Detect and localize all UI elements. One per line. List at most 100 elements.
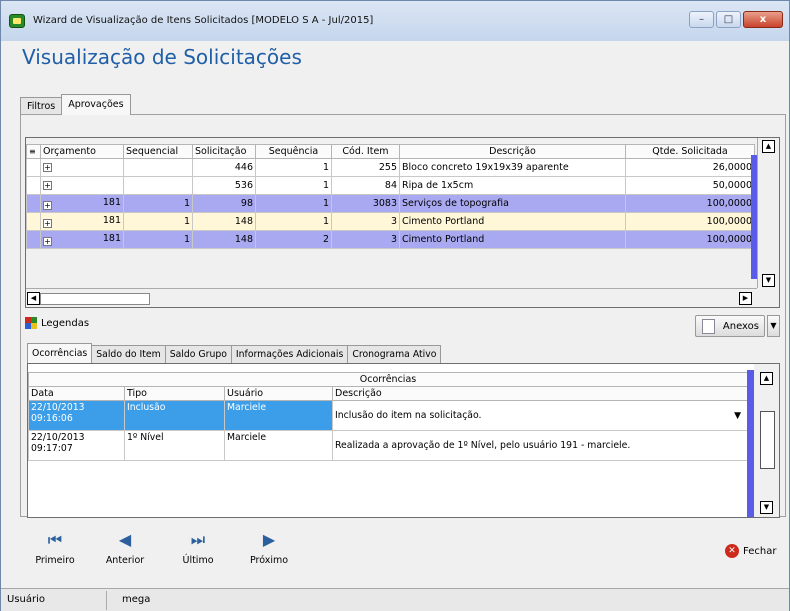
legend-icon [25, 317, 37, 329]
occurrences-table: Ocorrências Data Tipo Usuário Descrição … [28, 372, 748, 461]
fechar-button[interactable]: ✕ Fechar [725, 544, 776, 558]
descricao-cell: Bloco concreto 19x19x39 aparente [399, 158, 626, 177]
solicitacao-cell: 148 [192, 212, 256, 231]
sequencial-cell: 1 [123, 212, 193, 231]
primeiro-button[interactable]: ⏮ Primeiro [30, 530, 80, 566]
table-row[interactable]: +181 1 98 1 3083 Serviços de topografia … [26, 194, 755, 213]
expand-icon[interactable]: + [43, 163, 52, 172]
last-record-icon: ⏭ [190, 530, 206, 549]
cod-item-cell: 84 [331, 176, 400, 195]
maximize-button[interactable]: □ [716, 11, 741, 28]
tab-filtros[interactable]: Filtros [20, 97, 63, 115]
solicitacao-cell: 148 [192, 230, 256, 249]
orcamento-cell: +181 [40, 230, 124, 249]
legendas-button[interactable]: Legendas [25, 317, 89, 329]
descricao-cell[interactable]: Inclusão do item na solicitação. ▼ [332, 400, 748, 431]
table-row[interactable]: + 536 1 84 Ripa de 1x5cm 50,0000 [26, 176, 755, 195]
anexos-label: Anexos [722, 320, 759, 332]
tab-ocorrencias[interactable]: Ocorrências [27, 343, 93, 363]
requests-table: ≡ Orçamento Sequencial Solicitação Sequê… [26, 144, 755, 249]
vertical-scrollbar[interactable]: ▲ ▼ [757, 138, 779, 288]
detail-tabs: Ocorrências Saldo do Item Saldo Grupo In… [27, 343, 442, 363]
data-cell: 22/10/2013 09:16:06 [28, 400, 125, 431]
col-descricao-ocorrencia[interactable]: Descrição [332, 386, 748, 401]
scroll-left-icon[interactable]: ◀ [27, 292, 40, 305]
next-icon: ▶ [262, 530, 276, 549]
horizontal-scroll-thumb[interactable] [40, 293, 150, 305]
occurrences-grid[interactable]: Ocorrências Data Tipo Usuário Descrição … [27, 363, 780, 518]
expand-icon[interactable]: + [43, 181, 52, 190]
primeiro-label: Primeiro [35, 555, 75, 566]
sequencia-cell: 1 [255, 212, 332, 231]
col-solicitacao[interactable]: Solicitação [192, 144, 256, 159]
window-controls: – □ x [689, 11, 783, 28]
usuario-cell: Marciele [224, 430, 333, 461]
expand-icon[interactable]: + [43, 201, 52, 210]
table-row[interactable]: 22/10/2013 09:17:07 1º Nível Marciele Re… [28, 430, 748, 461]
row-indicator [26, 212, 41, 231]
anexos-button[interactable]: Anexos [695, 315, 765, 337]
expand-icon[interactable]: + [43, 237, 52, 246]
col-data[interactable]: Data [28, 386, 125, 401]
table-row[interactable]: 22/10/2013 09:16:06 Inclusão Marciele In… [28, 400, 748, 431]
vertical-scrollbar[interactable]: ▲ ▼ [754, 364, 779, 517]
status-user-label: Usuário [7, 594, 46, 605]
tab-cronograma-ativo[interactable]: Cronograma Ativo [347, 345, 442, 363]
table-row[interactable]: + 446 1 255 Bloco concreto 19x19x39 apar… [26, 158, 755, 177]
sequencia-cell: 1 [255, 158, 332, 177]
solicitacao-cell: 98 [192, 194, 256, 213]
anterior-button[interactable]: ◀ Anterior [100, 530, 150, 566]
col-orcamento[interactable]: Orçamento [40, 144, 124, 159]
orcamento-cell: +181 [40, 212, 124, 231]
scroll-down-icon[interactable]: ▼ [762, 274, 775, 287]
col-cod-item[interactable]: Cód. Item [331, 144, 400, 159]
row-indicator [26, 176, 41, 195]
scroll-right-icon[interactable]: ▶ [739, 292, 752, 305]
title-bar: Wizard de Visualização de Itens Solicita… [1, 1, 789, 41]
data-cell: 22/10/2013 09:17:07 [28, 430, 125, 461]
wizard-window: Wizard de Visualização de Itens Solicita… [0, 0, 790, 611]
expand-icon[interactable]: + [43, 219, 52, 228]
descricao-cell: Serviços de topografia [399, 194, 626, 213]
anexos-dropdown-button[interactable]: ▼ [767, 315, 780, 337]
col-qtde-solicitada[interactable]: Qtde. Solicitada [625, 144, 755, 159]
row-indicator-header[interactable]: ≡ [26, 144, 41, 159]
legendas-label: Legendas [41, 317, 90, 329]
ultimo-label: Último [182, 555, 214, 566]
vertical-scroll-thumb[interactable] [760, 411, 775, 469]
col-sequencia[interactable]: Sequência [255, 144, 332, 159]
descricao-cell: Ripa de 1x5cm [399, 176, 626, 195]
document-icon [702, 319, 715, 334]
anterior-label: Anterior [105, 555, 145, 566]
tab-informacoes-adicionais[interactable]: Informações Adicionais [230, 345, 349, 363]
scroll-up-icon[interactable]: ▲ [760, 372, 773, 385]
col-usuario[interactable]: Usuário [224, 386, 333, 401]
sequencia-cell: 1 [255, 176, 332, 195]
col-sequencial[interactable]: Sequencial [123, 144, 193, 159]
scroll-up-icon[interactable]: ▲ [762, 140, 775, 153]
minimize-button[interactable]: – [689, 11, 714, 28]
main-tabs: Filtros Aprovações [20, 94, 131, 115]
cod-item-cell: 255 [331, 158, 400, 177]
row-highlight-bar [747, 370, 754, 517]
table-row[interactable]: +181 1 148 2 3 Cimento Portland 100,0000 [26, 230, 755, 249]
qtde-cell: 100,0000 [625, 230, 755, 249]
descricao-text: Inclusão do item na solicitação. [335, 410, 482, 421]
tab-aprovacoes[interactable]: Aprovações [61, 94, 131, 115]
requests-grid[interactable]: ≡ Orçamento Sequencial Solicitação Sequê… [25, 137, 780, 308]
col-descricao[interactable]: Descrição [399, 144, 626, 159]
scroll-down-icon[interactable]: ▼ [760, 501, 773, 514]
tab-saldo-item[interactable]: Saldo do Item [91, 345, 166, 363]
proximo-label: Próximo [249, 555, 289, 566]
chevron-down-icon[interactable]: ▼ [734, 411, 741, 422]
close-window-button[interactable]: x [743, 11, 783, 28]
col-tipo[interactable]: Tipo [124, 386, 225, 401]
ultimo-button[interactable]: ⏭ Último [173, 530, 223, 566]
orcamento-cell: + [40, 176, 124, 195]
proximo-button[interactable]: ▶ Próximo [244, 530, 294, 566]
horizontal-scrollbar[interactable]: ◀ ▶ [26, 288, 757, 307]
tab-saldo-grupo[interactable]: Saldo Grupo [164, 345, 232, 363]
descricao-cell: Cimento Portland [399, 212, 626, 231]
first-record-icon: ⏮ [47, 530, 63, 549]
table-row[interactable]: +181 1 148 1 3 Cimento Portland 100,0000 [26, 212, 755, 231]
